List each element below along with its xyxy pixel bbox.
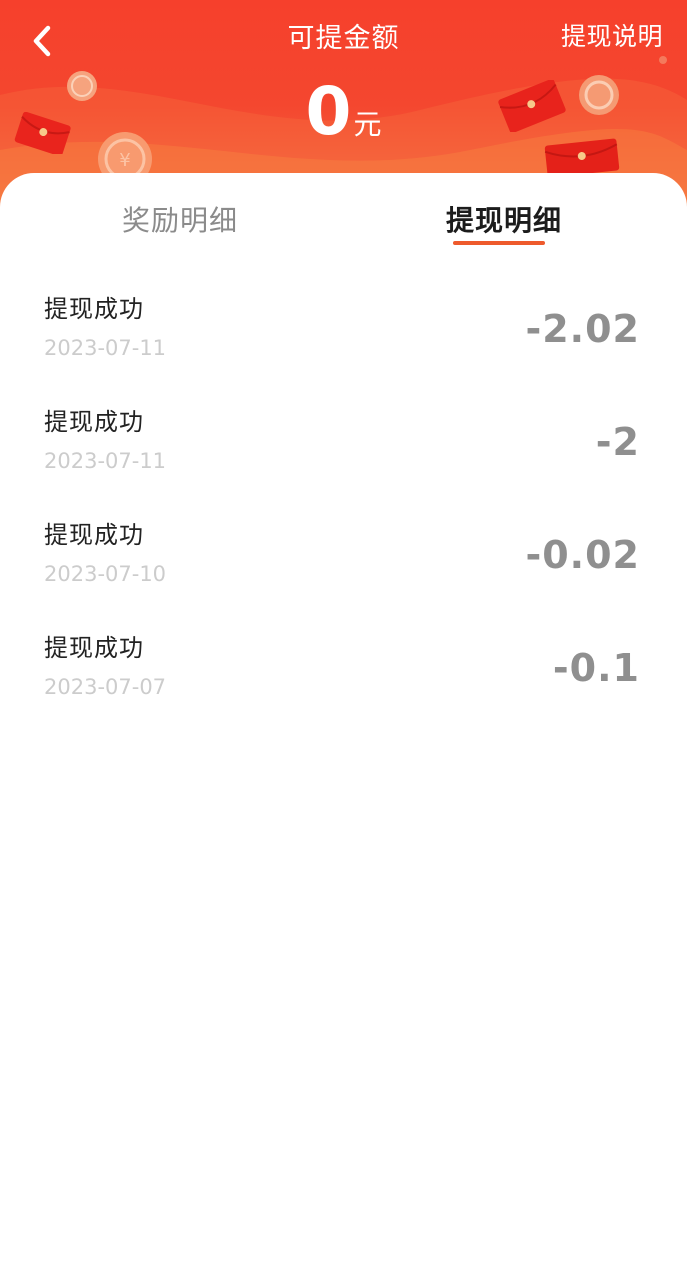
tab-reward-details[interactable]: 奖励明细	[122, 201, 238, 241]
record-amount: -2	[595, 420, 640, 464]
record-date: 2023-07-07	[44, 675, 167, 699]
record-amount: -0.02	[525, 533, 640, 577]
record-status: 提现成功	[44, 521, 144, 549]
withdraw-help-link[interactable]: 提现说明	[561, 18, 663, 56]
tab-withdraw-details[interactable]: 提现明细	[446, 201, 562, 241]
record-amount: -0.1	[552, 646, 640, 690]
record-date: 2023-07-11	[44, 449, 167, 473]
active-tab-indicator	[453, 241, 545, 245]
balance-value: 0	[305, 73, 352, 150]
record-status: 提现成功	[44, 634, 144, 662]
list-item[interactable]: 提现成功 2023-07-11 -2	[0, 384, 687, 497]
balance-unit: 元	[353, 108, 382, 141]
svg-text:¥: ¥	[119, 150, 130, 171]
details-card: 奖励明细 提现明细 提现成功 2023-07-11 -2.02 提现成功 202…	[0, 173, 687, 1280]
list-item[interactable]: 提现成功 2023-07-11 -2.02	[0, 271, 687, 384]
record-date: 2023-07-11	[44, 336, 167, 360]
list-item[interactable]: 提现成功 2023-07-10 -0.02	[0, 497, 687, 610]
tab-bar: 奖励明细 提现明细	[0, 173, 687, 271]
record-date: 2023-07-10	[44, 562, 167, 586]
withdraw-page: ¥ 可提金额 提现说明 0元 奖励明细 提现明细 提现成功 2023-07-11…	[0, 0, 687, 1280]
record-status: 提现成功	[44, 295, 144, 323]
balance-display: 0元	[0, 72, 687, 152]
list-item[interactable]: 提现成功 2023-07-07 -0.1	[0, 610, 687, 723]
record-status: 提现成功	[44, 408, 144, 436]
withdraw-record-list: 提现成功 2023-07-11 -2.02 提现成功 2023-07-11 -2…	[0, 271, 687, 723]
record-amount: -2.02	[525, 307, 640, 351]
